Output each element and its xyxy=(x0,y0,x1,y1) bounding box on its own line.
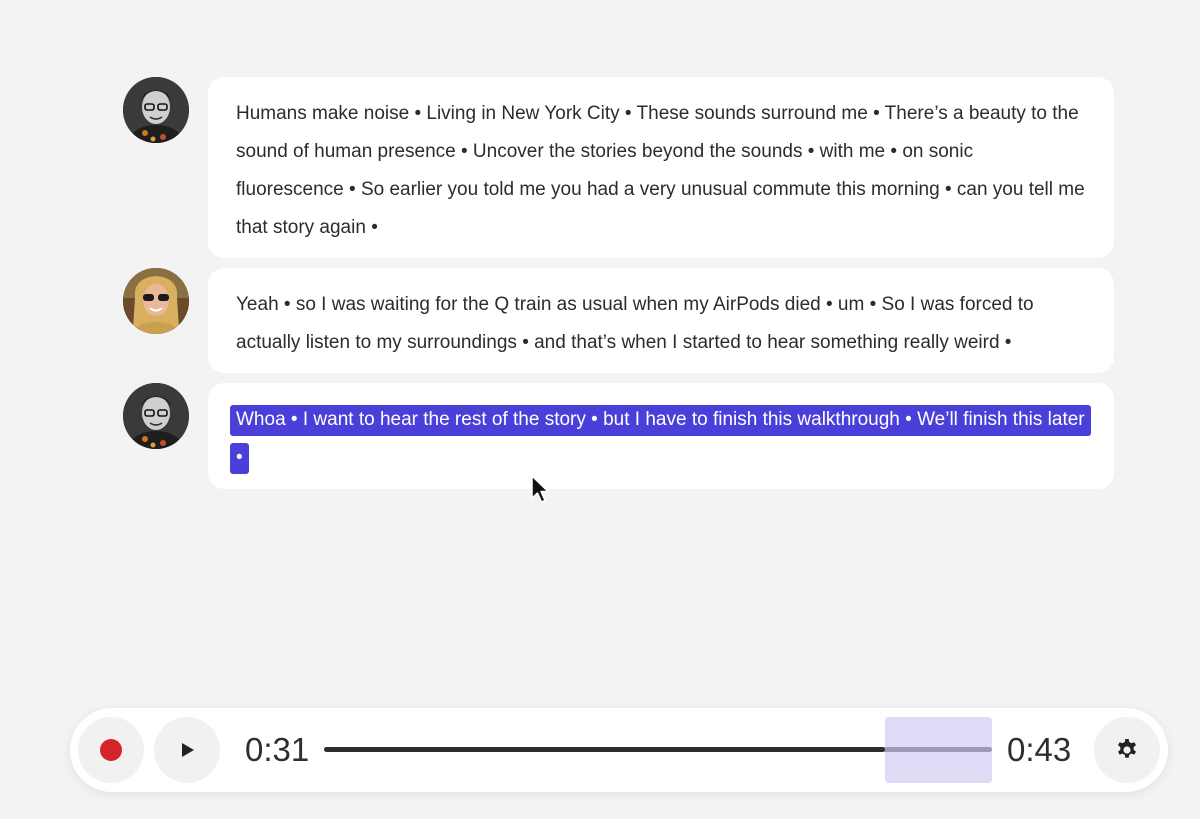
message-bubble[interactable]: Whoa • I want to hear the rest of the st… xyxy=(208,383,1114,489)
settings-button[interactable] xyxy=(1094,717,1160,783)
avatar-host[interactable] xyxy=(123,77,189,143)
gear-icon xyxy=(1118,739,1136,758)
record-button[interactable] xyxy=(78,717,144,783)
total-time: 0:43 xyxy=(1007,731,1072,768)
play-icon xyxy=(182,743,194,757)
current-time: 0:31 xyxy=(245,731,310,768)
record-icon xyxy=(100,739,122,761)
selected-text[interactable]: Whoa • I want to hear the rest of the st… xyxy=(230,405,1091,474)
play-button[interactable] xyxy=(154,717,220,783)
avatar-host[interactable] xyxy=(123,383,189,449)
playback-bar: 0:31 0:43 xyxy=(70,708,1168,792)
message-bubble[interactable]: Humans make noise • Living in New York C… xyxy=(208,77,1114,258)
message-text[interactable]: Humans make noise • Living in New York C… xyxy=(236,103,1085,238)
transcript-editor: Humans make noise • Living in New York C… xyxy=(0,0,1200,819)
mouse-cursor-icon xyxy=(531,475,549,503)
message-text[interactable]: Yeah • so I was waiting for the Q train … xyxy=(236,294,1034,353)
selection-region[interactable] xyxy=(885,717,992,783)
playback-progress xyxy=(324,747,886,752)
message-bubble[interactable]: Yeah • so I was waiting for the Q train … xyxy=(208,268,1114,373)
avatar-guest[interactable] xyxy=(123,268,189,334)
